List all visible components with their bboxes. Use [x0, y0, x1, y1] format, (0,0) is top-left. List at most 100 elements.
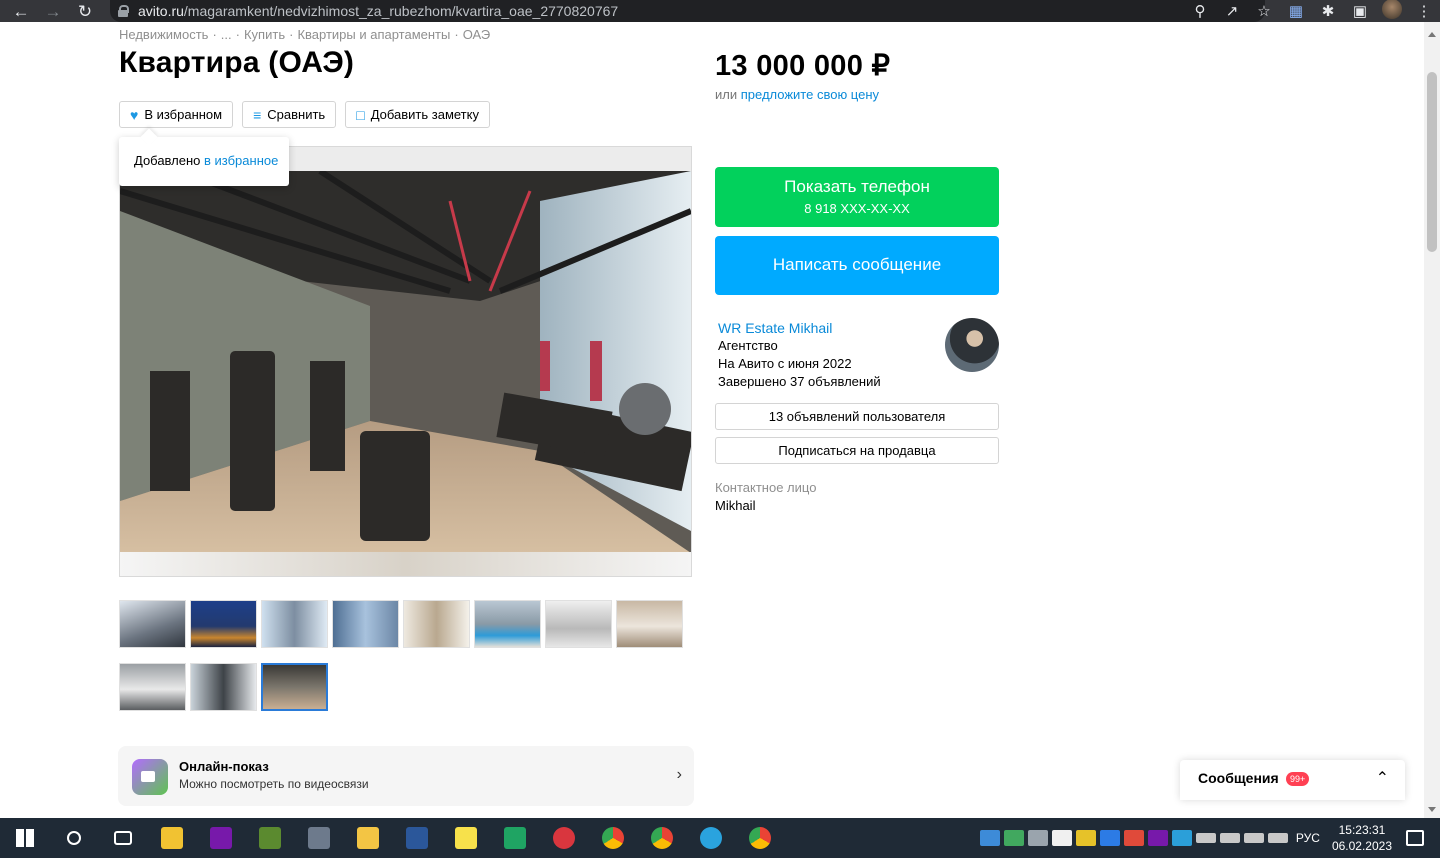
note-icon: □	[356, 106, 365, 123]
reload-icon[interactable]: ↻	[74, 0, 96, 22]
thumbnail[interactable]	[119, 663, 186, 711]
gym-photo	[120, 171, 691, 553]
contact-person-name: Mikhail	[715, 498, 756, 513]
show-phone-button[interactable]: Показать телефон 8 918 XXX-XX-XX	[715, 167, 999, 227]
word-icon[interactable]	[392, 818, 441, 858]
chrome-icon[interactable]	[735, 818, 784, 858]
tray-app-icon[interactable]	[1099, 830, 1120, 846]
onenote-icon[interactable]	[196, 818, 245, 858]
online-show-banner[interactable]: Онлайн-показ Можно посмотреть по видеосв…	[118, 746, 694, 806]
telegram-icon[interactable]	[686, 818, 735, 858]
chevron-right-icon: ›	[676, 766, 682, 783]
thumbnail[interactable]	[119, 600, 186, 648]
photo-thumbnails	[119, 600, 699, 726]
sticky-notes-icon[interactable]	[441, 818, 490, 858]
scroll-up-icon[interactable]	[1428, 32, 1436, 37]
zoom-icon[interactable]: ⚲	[1184, 2, 1216, 20]
page-title: Квартира (ОАЭ)	[119, 46, 355, 79]
write-message-button[interactable]: Написать сообщение	[715, 236, 999, 295]
chrome-icon[interactable]	[637, 818, 686, 858]
tray-app-icon[interactable]	[1075, 830, 1096, 846]
breadcrumb-item[interactable]: ...	[221, 27, 232, 42]
url-text: avito.ru/magaramkent/nedvizhimost_za_rub…	[138, 3, 619, 19]
contact-person-label: Контактное лицо	[715, 480, 817, 495]
task-view-icon[interactable]	[98, 818, 147, 858]
thumbnail[interactable]	[474, 600, 541, 648]
breadcrumb-item[interactable]: ОАЭ	[463, 27, 491, 42]
volume-icon[interactable]	[1243, 833, 1264, 843]
share-icon[interactable]: ↗	[1216, 2, 1248, 20]
seller-avatar[interactable]	[945, 318, 999, 372]
breadcrumb-item[interactable]: Квартиры и апартаменты	[297, 27, 450, 42]
app-icon[interactable]	[539, 818, 588, 858]
wifi-icon[interactable]	[1219, 833, 1240, 843]
spreadsheet-app-icon[interactable]	[245, 818, 294, 858]
tray-app-icon[interactable]	[1051, 830, 1072, 846]
scrollbar-thumb[interactable]	[1427, 72, 1437, 252]
compare-icon: ≡	[253, 106, 262, 123]
breadcrumb-item[interactable]: Купить	[244, 27, 285, 42]
subscribe-seller-button[interactable]: Подписаться на продавца	[715, 437, 999, 464]
seller-info: WR Estate Mikhail Агентство На Авито с и…	[718, 319, 881, 389]
file-copy-icon[interactable]	[147, 818, 196, 858]
compare-button[interactable]: ≡ Сравнить	[242, 101, 337, 128]
keyboard-icon[interactable]	[1267, 833, 1288, 843]
tray-app-icon[interactable]	[1123, 830, 1144, 846]
price: 13 000 000 ₽	[715, 50, 891, 82]
thumbnail[interactable]	[403, 600, 470, 648]
thumbnail[interactable]	[190, 663, 257, 711]
chrome-icon[interactable]	[588, 818, 637, 858]
thumbnail[interactable]	[616, 600, 683, 648]
lock-icon	[118, 5, 129, 17]
thumbnail[interactable]	[332, 600, 399, 648]
translate-icon[interactable]: ▦	[1280, 2, 1312, 20]
page-content: Недвижимость ·... · Купить · Квартиры и апарт…	[0, 22, 1424, 818]
heart-icon: ♥	[130, 106, 139, 123]
favorites-link[interactable]: в избранное	[204, 153, 278, 168]
sidepanel-icon[interactable]: ▣	[1344, 2, 1376, 20]
notifications-icon[interactable]	[1406, 830, 1424, 846]
file-explorer-icon[interactable]	[343, 818, 392, 858]
breadcrumb-item[interactable]: Недвижимость	[119, 27, 208, 42]
menu-icon[interactable]: ⋮	[1408, 2, 1440, 20]
tray-app-icon[interactable]	[1171, 830, 1192, 846]
seller-listings-button[interactable]: 13 объявлений пользователя	[715, 403, 999, 430]
forward-icon[interactable]: →	[42, 0, 64, 22]
chevron-up-icon[interactable]: ⌃	[1376, 768, 1389, 788]
main-photo[interactable]	[119, 146, 692, 577]
search-icon[interactable]	[49, 818, 98, 858]
address-bar[interactable]: avito.ru/magaramkent/nedvizhimost_za_rub…	[110, 0, 1265, 22]
language-indicator[interactable]: РУС	[1296, 831, 1320, 845]
thumbnail[interactable]	[261, 600, 328, 648]
thumbnail[interactable]	[190, 600, 257, 648]
offer-price-link[interactable]: предложите свою цену	[741, 87, 879, 102]
system-tray: РУС 15:23:31 06.02.2023	[978, 818, 1440, 858]
add-note-button[interactable]: □ Добавить заметку	[345, 101, 490, 128]
tray-app-icon[interactable]	[1027, 830, 1048, 846]
tray-app-icon[interactable]	[1147, 830, 1168, 846]
thumbnail-selected[interactable]	[261, 663, 328, 711]
clock[interactable]: 15:23:31 06.02.2023	[1332, 822, 1392, 854]
bookmark-star-icon[interactable]: ☆	[1248, 2, 1280, 20]
tray-app-icon[interactable]	[979, 830, 1000, 846]
battery-icon[interactable]	[1195, 833, 1216, 843]
scrollbar[interactable]	[1424, 22, 1440, 818]
windows-start-icon[interactable]	[0, 818, 49, 858]
messages-widget[interactable]: Сообщения 99+ ⌃	[1180, 760, 1405, 800]
favorite-button[interactable]: ♥ В избранном	[119, 101, 234, 128]
messages-badge: 99+	[1286, 772, 1310, 786]
tray-app-icon[interactable]	[1003, 830, 1024, 846]
extensions-icon[interactable]: ✱	[1312, 2, 1344, 20]
settings-app-icon[interactable]	[294, 818, 343, 858]
back-icon[interactable]: ←	[10, 0, 32, 22]
offer-price: или предложите свою цену	[715, 87, 880, 102]
profile-avatar[interactable]	[1376, 0, 1408, 23]
thumbnail[interactable]	[545, 600, 612, 648]
video-camera-icon	[132, 759, 168, 795]
favorite-tooltip: Добавлено в избранное	[119, 137, 289, 186]
listing-actions: ♥ В избранном ≡ Сравнить □ Добавить заме…	[119, 101, 490, 128]
sheets-icon[interactable]	[490, 818, 539, 858]
taskbar: РУС 15:23:31 06.02.2023	[0, 818, 1440, 858]
seller-name-link[interactable]: WR Estate Mikhail	[718, 319, 881, 337]
scroll-down-icon[interactable]	[1428, 807, 1436, 812]
